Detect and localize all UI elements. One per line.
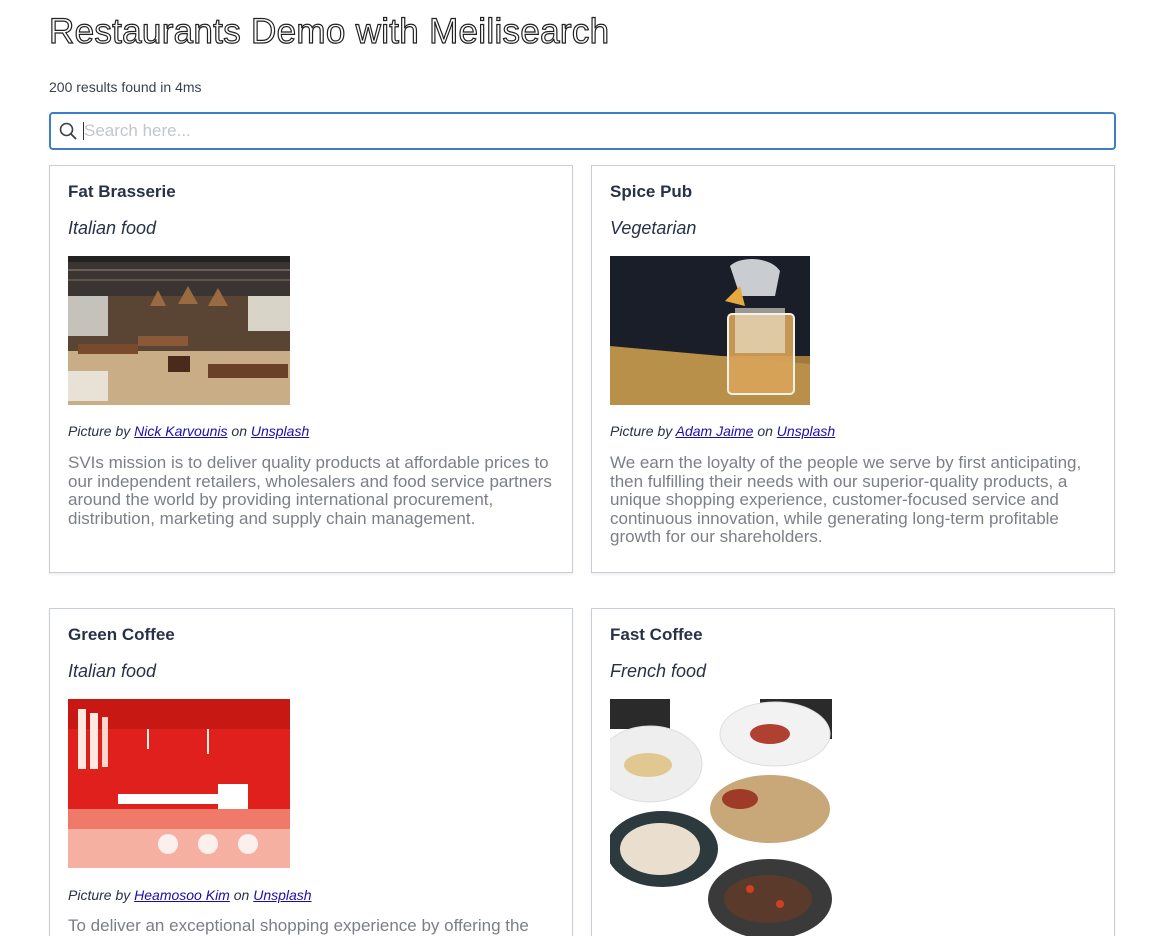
hit-photo (68, 256, 290, 405)
photographer-link[interactable]: Adam Jaime (676, 423, 754, 439)
hit-credit: Picture by Heamosoo Kim on Unsplash (68, 887, 312, 903)
unsplash-link[interactable]: Unsplash (777, 423, 835, 439)
credit-on: on (231, 423, 247, 439)
search-box[interactable] (49, 112, 1116, 150)
credit-prefix: Picture by (610, 423, 673, 439)
unsplash-link[interactable]: Unsplash (253, 887, 311, 903)
credit-on: on (233, 887, 250, 903)
hit-card: Spice Pub Vegetarian Picture by Adam Jai… (591, 165, 1115, 573)
hit-description: We earn the loyalty of the people we ser… (610, 453, 1082, 546)
credit-on: on (757, 423, 773, 439)
credit-prefix: Picture by (68, 423, 131, 439)
hit-card: Fat Brasserie Italian food Picture by Ni… (49, 165, 573, 573)
search-input[interactable] (84, 114, 1114, 148)
hit-photo (610, 256, 832, 405)
hit-photo (68, 699, 290, 868)
hit-type: Italian food (68, 218, 157, 238)
hit-credit: Picture by Adam Jaime on Unsplash (610, 423, 835, 439)
results-count: 200 results found in 4ms (49, 79, 202, 95)
unsplash-link[interactable]: Unsplash (251, 423, 309, 439)
hit-type: French food (610, 661, 707, 681)
hit-name: Green Coffee (68, 625, 175, 644)
hit-card: Green Coffee Italian food Picture by Hea… (49, 608, 573, 936)
hit-card: Fast Coffee French food (591, 608, 1115, 936)
credit-prefix: Picture by (68, 887, 131, 903)
hit-name: Spice Pub (610, 182, 693, 201)
photographer-link[interactable]: Nick Karvounis (134, 423, 227, 439)
search-icon (53, 114, 83, 148)
hit-description: SVIs mission is to deliver quality produ… (68, 453, 552, 528)
hit-type: Italian food (68, 661, 157, 681)
page-title: Restaurants Demo with Meilisearch (48, 11, 610, 51)
photographer-link[interactable]: Heamosoo Kim (134, 887, 230, 903)
hit-description: To deliver an exceptional shopping exper… (68, 916, 529, 935)
hit-name: Fast Coffee (610, 625, 703, 644)
hit-name: Fat Brasserie (68, 182, 176, 201)
hit-type: Vegetarian (610, 218, 697, 238)
hit-photo (610, 699, 832, 936)
hit-credit: Picture by Nick Karvounis on Unsplash (68, 423, 309, 439)
